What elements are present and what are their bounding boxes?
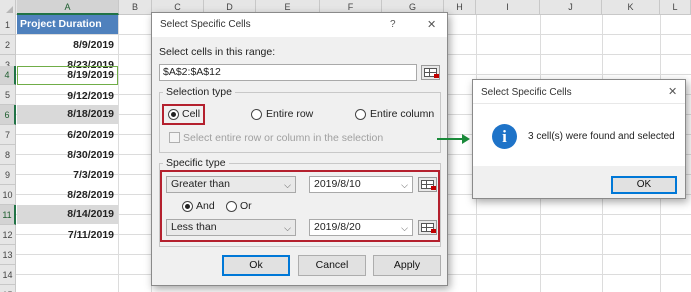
and-label: And bbox=[196, 200, 215, 212]
cell-a11-selected[interactable]: 8/14/2019 bbox=[17, 205, 118, 224]
row-header-5[interactable]: 5 bbox=[0, 85, 16, 105]
condition2-select[interactable]: Less than ⌵ bbox=[166, 219, 296, 236]
condition1-value: Greater than bbox=[171, 178, 230, 190]
row-header-15[interactable]: 15 bbox=[0, 285, 16, 292]
dialog-title: Select Specific Cells bbox=[160, 19, 251, 30]
entire-row-label: Entire row bbox=[266, 108, 314, 120]
message-text: 3 cell(s) were found and selected bbox=[528, 131, 675, 142]
entire-column-radio[interactable] bbox=[355, 109, 366, 120]
row-header-13[interactable]: 13 bbox=[0, 245, 16, 265]
screen: A B C D E F G H I J K L 1 2 3 4 5 6 7 8 … bbox=[0, 0, 691, 292]
row-header-6[interactable]: 6 bbox=[0, 105, 16, 125]
row-header-11[interactable]: 11 bbox=[0, 205, 16, 225]
info-icon: i bbox=[492, 124, 517, 149]
cell-radio-label: Cell bbox=[182, 108, 201, 120]
selection-type-label: Selection type bbox=[163, 86, 235, 98]
chevron-down-icon: ⌵ bbox=[284, 223, 291, 233]
arrow-right-icon bbox=[462, 134, 470, 144]
cell-a12[interactable]: 7/11/2019 bbox=[17, 225, 118, 245]
range-select-icon bbox=[424, 68, 439, 78]
entire-column-label: Entire column bbox=[370, 108, 435, 120]
range-label: Select cells in this range: bbox=[159, 46, 276, 58]
value1-text: 2019/8/10 bbox=[314, 178, 361, 190]
entire-row-column-checkbox-label: Select entire row or column in the selec… bbox=[183, 132, 384, 144]
cell-a1-header[interactable]: Project Duration bbox=[17, 15, 118, 34]
value1-picker-button[interactable] bbox=[418, 177, 437, 192]
cell-radio[interactable] bbox=[168, 109, 179, 120]
cancel-button[interactable]: Cancel bbox=[298, 255, 366, 276]
or-radio[interactable] bbox=[226, 201, 237, 212]
close-icon[interactable]: ✕ bbox=[427, 18, 436, 31]
cell-a2[interactable]: 8/9/2019 bbox=[17, 35, 118, 55]
cell-a10[interactable]: 8/28/2019 bbox=[17, 185, 118, 205]
entire-row-column-checkbox[interactable] bbox=[169, 132, 180, 143]
message-ok-button[interactable]: OK bbox=[611, 176, 677, 194]
chevron-down-icon: ⌵ bbox=[284, 180, 291, 190]
column-header-a[interactable]: A bbox=[17, 0, 119, 15]
select-all-corner[interactable] bbox=[0, 0, 16, 15]
row-header-10[interactable]: 10 bbox=[0, 185, 16, 205]
select-specific-cells-dialog: Select Specific Cells ? ✕ Select cells i… bbox=[151, 12, 448, 286]
row-header-2[interactable]: 2 bbox=[0, 35, 16, 55]
column-header-l[interactable]: L bbox=[660, 0, 691, 15]
and-radio[interactable] bbox=[182, 201, 193, 212]
column-header-h[interactable]: H bbox=[444, 0, 476, 15]
chevron-down-icon: ⌵ bbox=[401, 223, 408, 233]
row-header-8[interactable]: 8 bbox=[0, 145, 16, 165]
cell-a6-selected[interactable]: 8/18/2019 bbox=[17, 105, 118, 124]
value2-select[interactable]: 2019/8/20 ⌵ bbox=[309, 219, 413, 236]
message-close-icon[interactable]: ✕ bbox=[668, 85, 677, 98]
row-header-1[interactable]: 1 bbox=[0, 15, 16, 35]
condition1-select[interactable]: Greater than ⌵ bbox=[166, 176, 296, 193]
apply-button[interactable]: Apply bbox=[373, 255, 441, 276]
result-message-dialog: Select Specific Cells ✕ i 3 cell(s) were… bbox=[472, 79, 686, 199]
dialog-titlebar[interactable]: Select Specific Cells ? ✕ bbox=[152, 13, 447, 37]
or-label: Or bbox=[240, 200, 252, 212]
value2-text: 2019/8/20 bbox=[314, 221, 361, 233]
range-select-icon bbox=[421, 180, 436, 190]
message-title: Select Specific Cells bbox=[481, 87, 572, 98]
ok-button[interactable]: Ok bbox=[222, 255, 290, 276]
specific-type-label: Specific type bbox=[163, 157, 229, 169]
column-header-b[interactable]: B bbox=[119, 0, 152, 15]
cell-a5[interactable]: 9/12/2019 bbox=[17, 86, 118, 106]
column-header-k[interactable]: K bbox=[602, 0, 660, 15]
row-header-4[interactable]: 4 bbox=[0, 66, 16, 85]
help-icon[interactable]: ? bbox=[390, 19, 396, 30]
value1-select[interactable]: 2019/8/10 ⌵ bbox=[309, 176, 413, 193]
cell-a8[interactable]: 8/30/2019 bbox=[17, 145, 118, 165]
value2-picker-button[interactable] bbox=[418, 220, 437, 235]
column-header-j[interactable]: J bbox=[540, 0, 602, 15]
row-header-14[interactable]: 14 bbox=[0, 265, 16, 285]
row-header-12[interactable]: 12 bbox=[0, 225, 16, 245]
cell-a4-selected[interactable]: 8/19/2019 bbox=[17, 66, 118, 85]
condition2-value: Less than bbox=[171, 221, 217, 233]
message-titlebar[interactable]: Select Specific Cells ✕ bbox=[473, 80, 685, 104]
range-input[interactable]: $A$2:$A$12 bbox=[159, 64, 417, 81]
entire-row-radio[interactable] bbox=[251, 109, 262, 120]
cell-a9[interactable]: 7/3/2019 bbox=[17, 165, 118, 185]
row-header-9[interactable]: 9 bbox=[0, 165, 16, 185]
cell-a7[interactable]: 6/20/2019 bbox=[17, 125, 118, 145]
column-header-i[interactable]: I bbox=[476, 0, 540, 15]
chevron-down-icon: ⌵ bbox=[401, 180, 408, 190]
range-picker-button[interactable] bbox=[421, 65, 440, 80]
arrow-connector bbox=[437, 138, 463, 140]
range-select-icon bbox=[421, 223, 436, 233]
row-header-7[interactable]: 7 bbox=[0, 125, 16, 145]
